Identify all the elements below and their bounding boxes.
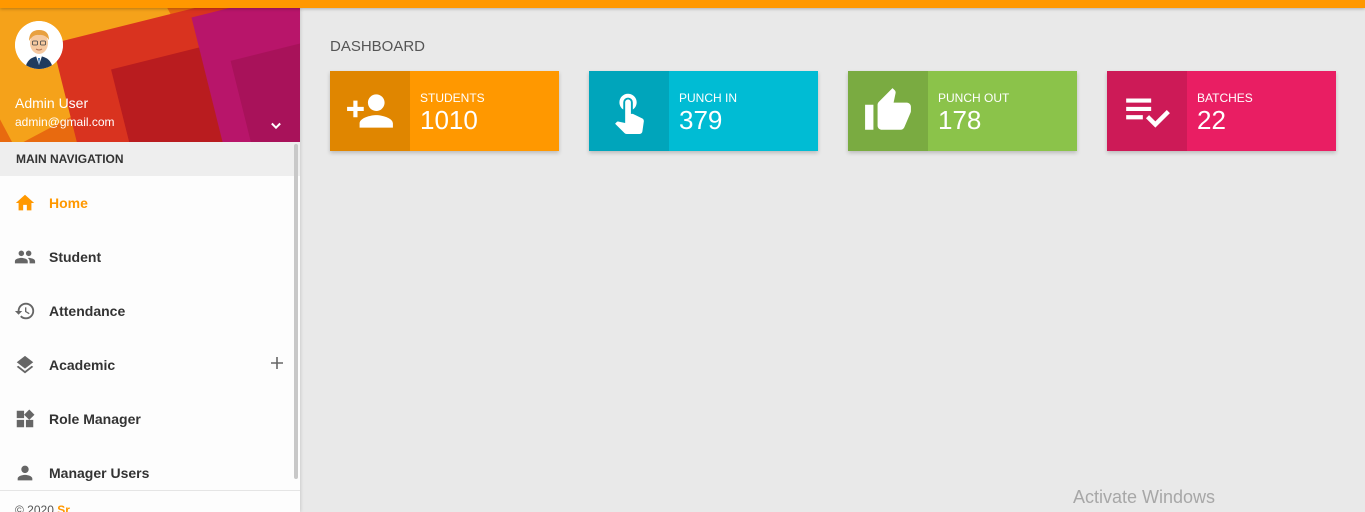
info-card-content: PUNCH IN 379 [669, 71, 818, 151]
info-card-label: STUDENTS [420, 91, 485, 105]
footer-brand-link[interactable]: Sr... [57, 503, 79, 512]
info-card-content: BATCHES 22 [1187, 71, 1336, 151]
people-icon [14, 246, 36, 268]
sidebar-item-label: Attendance [49, 303, 126, 319]
info-card-label: BATCHES [1197, 91, 1253, 105]
windows-activation-watermark: Activate Windows [1073, 487, 1216, 507]
sidebar: Admin User admin@gmail.com MAIN NAVIGATI… [0, 8, 300, 512]
info-card-batches[interactable]: BATCHES 22 [1107, 71, 1336, 151]
info-card-content: PUNCH OUT 178 [928, 71, 1077, 151]
thumb-up-icon [848, 71, 928, 151]
page-title: DASHBOARD [330, 38, 426, 55]
sidebar-item-label: Home [49, 195, 88, 211]
user-info-panel: Admin User admin@gmail.com [0, 8, 300, 142]
person-icon [14, 462, 36, 484]
home-icon [14, 192, 36, 214]
info-card-value: 178 [938, 105, 982, 135]
layers-icon [14, 354, 36, 376]
sidebar-item-label: Role Manager [49, 411, 141, 427]
user-avatar-icon [15, 21, 63, 69]
info-card-value: 22 [1197, 105, 1226, 135]
sidebar-item-label: Academic [49, 357, 116, 373]
widgets-icon [14, 408, 36, 430]
info-card-label: PUNCH OUT [938, 91, 1010, 105]
user-name: Admin User [15, 95, 89, 111]
touch-icon [589, 71, 669, 151]
info-card-label: PUNCH IN [679, 91, 738, 105]
footer-copyright: © 2020 [15, 503, 54, 512]
person-add-icon [330, 71, 410, 151]
info-card-value: 379 [679, 105, 723, 135]
info-card-value: 1010 [420, 105, 478, 135]
nav-header: MAIN NAVIGATION [0, 142, 300, 176]
playlist-check-icon [1107, 71, 1187, 151]
sidebar-item-label: Student [49, 249, 102, 265]
sidebar-item-home[interactable]: Home [0, 176, 300, 230]
main-menu: Home Student Attendance Academic Role Ma… [0, 176, 300, 500]
user-email: admin@gmail.com [15, 115, 115, 129]
sidebar-item-role-manager[interactable]: Role Manager [0, 392, 300, 446]
history-icon [14, 300, 36, 322]
expand-plus-icon[interactable] [270, 356, 284, 370]
sidebar-scrollbar[interactable] [294, 144, 298, 479]
sidebar-item-academic[interactable]: Academic [0, 338, 300, 392]
info-card-punch-out[interactable]: PUNCH OUT 178 [848, 71, 1077, 151]
chevron-down-icon[interactable] [266, 116, 286, 136]
top-bar [0, 0, 1365, 8]
info-card-students[interactable]: STUDENTS 1010 [330, 71, 559, 151]
sidebar-item-attendance[interactable]: Attendance [0, 284, 300, 338]
info-card-punch-in[interactable]: PUNCH IN 379 [589, 71, 818, 151]
sidebar-item-student[interactable]: Student [0, 230, 300, 284]
info-card-content: STUDENTS 1010 [410, 71, 559, 151]
sidebar-footer: © 2020 Sr... [0, 490, 300, 512]
sidebar-item-label: Manager Users [49, 465, 150, 481]
avatar[interactable] [15, 21, 63, 69]
